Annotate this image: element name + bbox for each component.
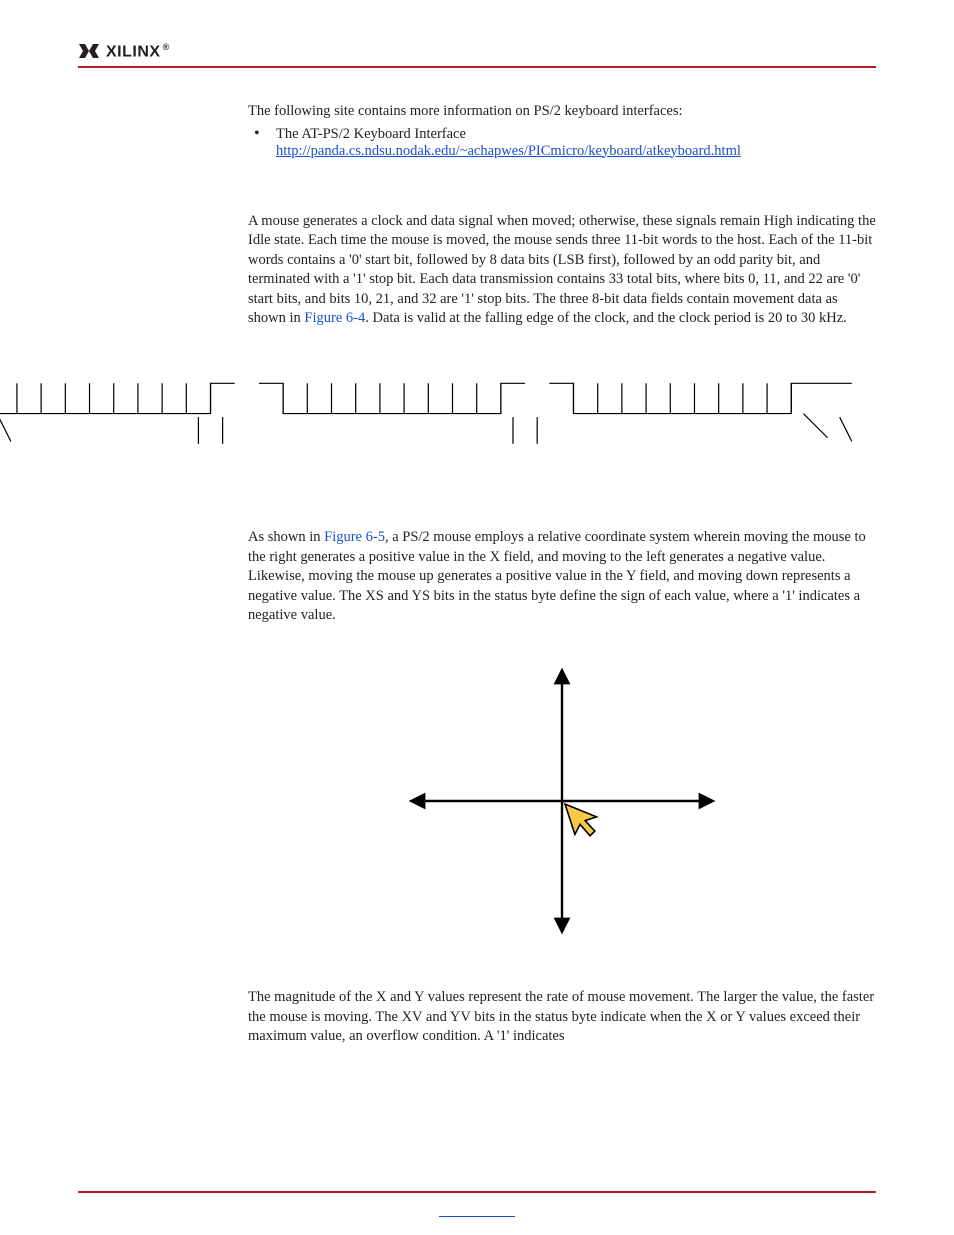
reference-list: The AT-PS/2 Keyboard Interface http://pa… (248, 126, 876, 160)
mouse-protocol-paragraph: A mouse generates a clock and data signa… (248, 212, 876, 329)
magnitude-paragraph: The magnitude of the X and Y values repr… (248, 988, 876, 1047)
figure-6-4 (0, 347, 876, 492)
xilinx-logo-icon (78, 43, 100, 61)
reference-link[interactable]: http://panda.cs.ndsu.nodak.edu/~achapwes… (276, 143, 741, 159)
brand-name: XILINX® (106, 42, 170, 61)
figure-ref-6-5[interactable]: Figure 6-5 (324, 529, 385, 545)
footer-rule (78, 1191, 876, 1193)
page-header: XILINX® (78, 38, 876, 68)
list-item: The AT-PS/2 Keyboard Interface http://pa… (248, 126, 876, 160)
figure-ref-6-4[interactable]: Figure 6-4 (304, 310, 365, 326)
body-column: The following site contains more informa… (248, 102, 876, 329)
footer-link-placeholder[interactable] (439, 1216, 515, 1217)
figure-6-5 (387, 656, 737, 946)
list-item-title: The AT-PS/2 Keyboard Interface (276, 126, 466, 142)
coordinate-paragraph: As shown in Figure 6-5, a PS/2 mouse emp… (248, 528, 876, 626)
brand-logo: XILINX® (78, 42, 170, 61)
intro-paragraph: The following site contains more informa… (248, 102, 876, 122)
